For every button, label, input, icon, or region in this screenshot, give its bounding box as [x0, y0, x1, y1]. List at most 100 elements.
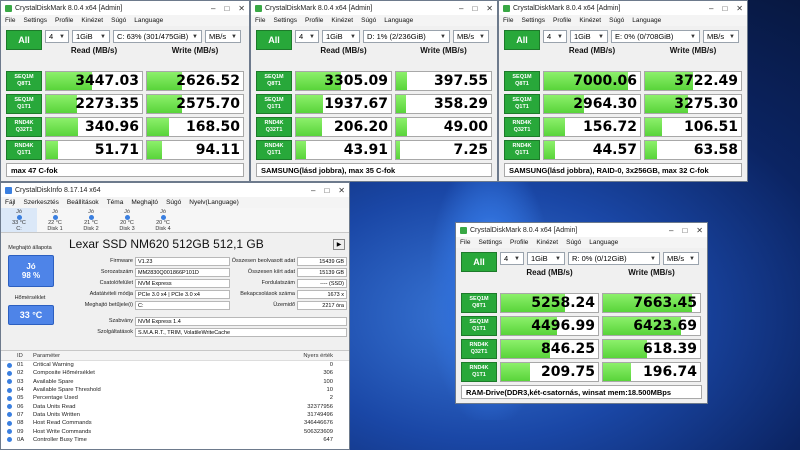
test-button[interactable]: SEQ1M Q1T1 — [461, 316, 497, 336]
drive-select[interactable]: R: 0% (0/12GiB) ▼ — [568, 252, 660, 265]
unit-select[interactable]: MB/s ▼ — [453, 30, 489, 43]
test-button[interactable]: SEQ1M Q8T1 — [504, 71, 540, 91]
menu-item[interactable]: Meghajtó — [131, 199, 158, 206]
menu-item[interactable]: File — [503, 17, 513, 24]
menu-item[interactable]: Nyelv(Language) — [189, 199, 239, 206]
minimize-icon[interactable]: – — [311, 186, 315, 195]
cdm-window-d[interactable]: CrystalDiskMark 8.0.4 x64 [Admin] – □ ✕ File… — [250, 0, 498, 182]
table-row[interactable]: 07 Data Units Written 31749496 — [1, 411, 349, 419]
menu-item[interactable]: File — [5, 17, 15, 24]
menu-item[interactable]: Szerkesztés — [23, 199, 58, 206]
minimize-icon[interactable]: – — [709, 4, 713, 13]
disk-tab[interactable]: Jó 21 °C Disk 2 — [73, 208, 109, 232]
menu-item[interactable]: Settings — [23, 17, 47, 24]
test-button[interactable]: RND4K Q1T1 — [504, 140, 540, 160]
close-icon[interactable]: ✕ — [696, 226, 703, 235]
menu-item[interactable]: Téma — [107, 199, 124, 206]
close-icon[interactable]: ✕ — [486, 4, 493, 13]
table-row[interactable]: 06 Data Units Read 32377956 — [1, 402, 349, 410]
test-button[interactable]: SEQ1M Q8T1 — [6, 71, 42, 91]
menu-item[interactable]: Language — [384, 17, 413, 24]
menu-item[interactable]: Settings — [521, 17, 545, 24]
disk-tab[interactable]: Jó 22 °C Disk 1 — [37, 208, 73, 232]
menu-item[interactable]: Settings — [478, 239, 502, 246]
maximize-icon[interactable]: □ — [324, 186, 329, 195]
menu-item[interactable]: Súgó — [111, 17, 126, 24]
menu-item[interactable]: Language — [589, 239, 618, 246]
table-row[interactable]: 05 Percentage Used 2 — [1, 394, 349, 402]
temperature-badge[interactable]: 33 °C — [8, 305, 54, 325]
menu-item[interactable]: Fájl — [5, 199, 15, 206]
cdm-window-c[interactable]: CrystalDiskMark 8.0.4 x64 [Admin] – □ ✕ File… — [0, 0, 250, 182]
count-select[interactable]: 4 ▼ — [500, 252, 524, 265]
disk-tab[interactable]: Jó 33 °C C: — [1, 208, 37, 232]
status-comment[interactable]: SAMSUNG(lásd jobbra), max 35 C-fok — [256, 163, 492, 177]
menu-item[interactable]: Language — [134, 17, 163, 24]
size-select[interactable]: 1GiB ▼ — [527, 252, 565, 265]
run-all-button[interactable]: All — [504, 30, 540, 50]
status-comment[interactable]: max 47 C-fok — [6, 163, 244, 177]
disk-tab[interactable]: Jó 20 °C Disk 3 — [109, 208, 145, 232]
table-row[interactable]: 09 Host Write Commands 506323609 — [1, 427, 349, 435]
count-select[interactable]: 4 ▼ — [45, 30, 69, 43]
cdm-titlebar[interactable]: CrystalDiskMark 8.0.4 x64 [Admin] – □ ✕ — [499, 1, 747, 15]
test-button[interactable]: SEQ1M Q8T1 — [256, 71, 292, 91]
test-button[interactable]: RND4K Q32T1 — [504, 117, 540, 137]
menu-item[interactable]: Kinézet — [331, 17, 353, 24]
run-all-button[interactable]: All — [256, 30, 292, 50]
cdi-window[interactable]: CrystalDiskInfo 8.17.14 x64 – □ ✕ Fájl Sz… — [0, 182, 350, 450]
menu-item[interactable]: Profile — [553, 17, 571, 24]
drive-select[interactable]: D: 1% (2/236GiB) ▼ — [363, 30, 450, 43]
close-icon[interactable]: ✕ — [338, 186, 345, 195]
menu-item[interactable]: Súgó — [609, 17, 624, 24]
minimize-icon[interactable]: – — [459, 4, 463, 13]
maximize-icon[interactable]: □ — [722, 4, 727, 13]
test-button[interactable]: SEQ1M Q1T1 — [256, 94, 292, 114]
test-button[interactable]: SEQ1M Q1T1 — [504, 94, 540, 114]
menu-item[interactable]: Súgó — [361, 17, 376, 24]
table-row[interactable]: 02 Composite Hőmérséklet 306 — [1, 369, 349, 377]
menu-item[interactable]: Súgó — [566, 239, 581, 246]
table-row[interactable]: 08 Host Read Commands 346446676 — [1, 419, 349, 427]
count-select[interactable]: 4 ▼ — [295, 30, 319, 43]
menu-item[interactable]: Beállítások — [67, 199, 99, 206]
drive-select[interactable]: E: 0% (0/708GiB) ▼ — [611, 30, 700, 43]
health-status-badge[interactable]: Jó 98 % — [8, 255, 54, 287]
close-icon[interactable]: ✕ — [736, 4, 743, 13]
close-icon[interactable]: ✕ — [238, 4, 245, 13]
menu-item[interactable]: Profile — [55, 17, 73, 24]
table-row[interactable]: 01 Critical Warning 0 — [1, 361, 349, 369]
menu-item[interactable]: Settings — [273, 17, 297, 24]
menu-item[interactable]: Kinézet — [81, 17, 103, 24]
table-row[interactable]: 0A Controller Busy Time 647 — [1, 436, 349, 444]
unit-select[interactable]: MB/s ▼ — [205, 30, 241, 43]
size-select[interactable]: 1GiB ▼ — [322, 30, 360, 43]
run-all-button[interactable]: All — [6, 30, 42, 50]
test-button[interactable]: RND4K Q1T1 — [256, 140, 292, 160]
minimize-icon[interactable]: – — [669, 226, 673, 235]
test-button[interactable]: RND4K Q1T1 — [461, 362, 497, 382]
drive-select[interactable]: C: 63% (301/475GiB) ▼ — [113, 30, 202, 43]
cdm-titlebar[interactable]: CrystalDiskMark 8.0.4 x64 [Admin] – □ ✕ — [251, 1, 497, 15]
maximize-icon[interactable]: □ — [224, 4, 229, 13]
status-comment[interactable]: SAMSUNG(lásd jobbra), RAID-0, 3x256GB, m… — [504, 163, 742, 177]
minimize-icon[interactable]: – — [211, 4, 215, 13]
menu-item[interactable]: File — [255, 17, 265, 24]
maximize-icon[interactable]: □ — [682, 226, 687, 235]
menu-item[interactable]: Súgó — [166, 199, 181, 206]
test-button[interactable]: RND4K Q32T1 — [256, 117, 292, 137]
maximize-icon[interactable]: □ — [472, 4, 477, 13]
test-button[interactable]: RND4K Q1T1 — [6, 140, 42, 160]
count-select[interactable]: 4 ▼ — [543, 30, 567, 43]
cdm-window-e[interactable]: CrystalDiskMark 8.0.4 x64 [Admin] – □ ✕ File… — [498, 0, 748, 182]
disk-tab[interactable]: Jó 20 °C Disk 4 — [145, 208, 181, 232]
cdi-titlebar[interactable]: CrystalDiskInfo 8.17.14 x64 – □ ✕ — [1, 183, 349, 197]
cdm-titlebar[interactable]: CrystalDiskMark 8.0.4 x64 [Admin] – □ ✕ — [456, 223, 707, 237]
run-all-button[interactable]: All — [461, 252, 497, 272]
menu-item[interactable]: Profile — [305, 17, 323, 24]
menu-item[interactable]: Kinézet — [579, 17, 601, 24]
table-row[interactable]: 03 Available Spare 100 — [1, 378, 349, 386]
unit-select[interactable]: MB/s ▼ — [663, 252, 699, 265]
next-disk-icon[interactable]: ▶ — [333, 239, 345, 250]
test-button[interactable]: RND4K Q32T1 — [461, 339, 497, 359]
